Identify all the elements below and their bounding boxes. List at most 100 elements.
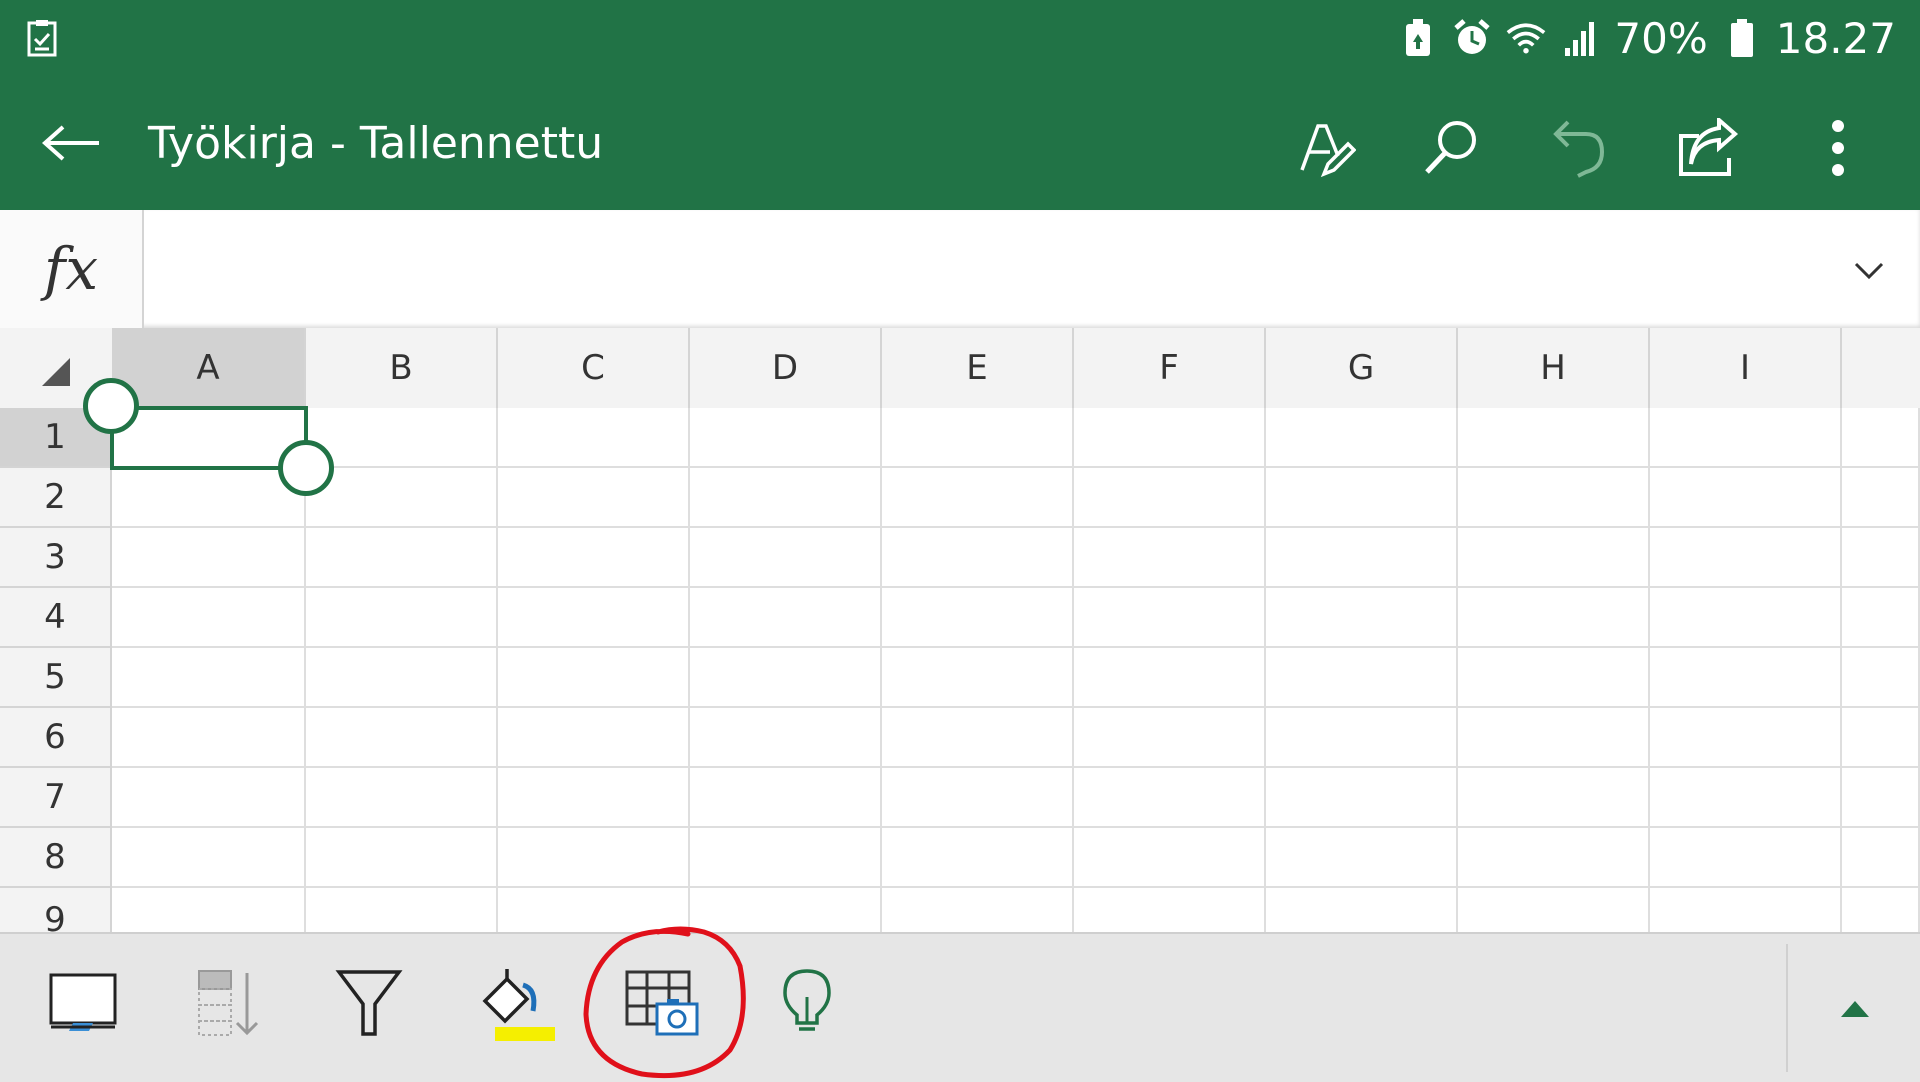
cell-e6[interactable] <box>882 708 1074 768</box>
cell-b7[interactable] <box>306 768 498 828</box>
cell-d1[interactable] <box>690 408 882 468</box>
cell-c4[interactable] <box>498 588 690 648</box>
ideas-button[interactable] <box>752 948 862 1058</box>
cell-g5[interactable] <box>1266 648 1458 708</box>
cell-c3[interactable] <box>498 528 690 588</box>
column-header-f[interactable]: F <box>1074 328 1266 408</box>
column-header-i[interactable]: I <box>1650 328 1842 408</box>
cell-c5[interactable] <box>498 648 690 708</box>
row-header-3[interactable]: 3 <box>0 528 112 588</box>
cell-g3[interactable] <box>1266 528 1458 588</box>
formula-input[interactable] <box>144 210 1834 328</box>
cell-a7[interactable] <box>112 768 306 828</box>
row-header-4[interactable]: 4 <box>0 588 112 648</box>
more-options-button[interactable] <box>1798 108 1878 188</box>
cell-b9[interactable] <box>306 888 498 932</box>
cell-i7[interactable] <box>1650 768 1842 828</box>
cell-a2[interactable] <box>112 468 306 528</box>
cell-b3[interactable] <box>306 528 498 588</box>
cell-h7[interactable] <box>1458 768 1650 828</box>
cell-c7[interactable] <box>498 768 690 828</box>
cell-e4[interactable] <box>882 588 1074 648</box>
fill-color-button[interactable] <box>460 948 570 1058</box>
cell-b1[interactable] <box>306 408 498 468</box>
cell-g1[interactable] <box>1266 408 1458 468</box>
cell-f6[interactable] <box>1074 708 1266 768</box>
cell-f4[interactable] <box>1074 588 1266 648</box>
cell-h2[interactable] <box>1458 468 1650 528</box>
cell-g4[interactable] <box>1266 588 1458 648</box>
search-button[interactable] <box>1411 108 1491 188</box>
cell-d7[interactable] <box>690 768 882 828</box>
cell-b4[interactable] <box>306 588 498 648</box>
selection-handle-bottom-right[interactable] <box>278 440 334 496</box>
row-header-6[interactable]: 6 <box>0 708 112 768</box>
cell-d4[interactable] <box>690 588 882 648</box>
cell-a4[interactable] <box>112 588 306 648</box>
cell-d6[interactable] <box>690 708 882 768</box>
insert-function-button[interactable]: fx <box>0 210 144 328</box>
cell-c9[interactable] <box>498 888 690 932</box>
cell-partial6[interactable] <box>1842 708 1920 768</box>
cell-i9[interactable] <box>1650 888 1842 932</box>
cell-c1[interactable] <box>498 408 690 468</box>
cell-e3[interactable] <box>882 528 1074 588</box>
row-header-5[interactable]: 5 <box>0 648 112 708</box>
cell-i5[interactable] <box>1650 648 1842 708</box>
cell-b2[interactable] <box>306 468 498 528</box>
cell-h1[interactable] <box>1458 408 1650 468</box>
cell-f3[interactable] <box>1074 528 1266 588</box>
column-header-g[interactable]: G <box>1266 328 1458 408</box>
cell-f9[interactable] <box>1074 888 1266 932</box>
cell-i6[interactable] <box>1650 708 1842 768</box>
cell-h8[interactable] <box>1458 828 1650 888</box>
share-button[interactable] <box>1668 108 1748 188</box>
cell-f2[interactable] <box>1074 468 1266 528</box>
data-from-picture-button[interactable] <box>606 948 716 1058</box>
cell-e2[interactable] <box>882 468 1074 528</box>
sort-button[interactable] <box>172 948 282 1058</box>
cell-b8[interactable] <box>306 828 498 888</box>
cell-h6[interactable] <box>1458 708 1650 768</box>
cell-e7[interactable] <box>882 768 1074 828</box>
cell-e8[interactable] <box>882 828 1074 888</box>
cell-f1[interactable] <box>1074 408 1266 468</box>
expand-formula-button[interactable] <box>1842 244 1896 298</box>
cell-e5[interactable] <box>882 648 1074 708</box>
cell-a8[interactable] <box>112 828 306 888</box>
cell-g9[interactable] <box>1266 888 1458 932</box>
cell-d9[interactable] <box>690 888 882 932</box>
row-header-9[interactable]: 9 <box>0 888 112 932</box>
cell-g6[interactable] <box>1266 708 1458 768</box>
cell-a9[interactable] <box>112 888 306 932</box>
column-header-a[interactable]: A <box>112 328 306 408</box>
cell-h3[interactable] <box>1458 528 1650 588</box>
cell-e1[interactable] <box>882 408 1074 468</box>
cell-partial8[interactable] <box>1842 828 1920 888</box>
cell-i8[interactable] <box>1650 828 1842 888</box>
select-mode-button[interactable] <box>28 948 138 1058</box>
cell-partial1[interactable] <box>1842 408 1920 468</box>
cell-g7[interactable] <box>1266 768 1458 828</box>
cell-partial5[interactable] <box>1842 648 1920 708</box>
expand-ribbon-button[interactable] <box>1810 964 1900 1054</box>
cell-g2[interactable] <box>1266 468 1458 528</box>
cell-partial7[interactable] <box>1842 768 1920 828</box>
cell-h4[interactable] <box>1458 588 1650 648</box>
column-header-b[interactable]: B <box>306 328 498 408</box>
cell-b5[interactable] <box>306 648 498 708</box>
cell-c8[interactable] <box>498 828 690 888</box>
undo-button[interactable] <box>1540 108 1620 188</box>
cell-i4[interactable] <box>1650 588 1842 648</box>
cell-f5[interactable] <box>1074 648 1266 708</box>
column-header-e[interactable]: E <box>882 328 1074 408</box>
cell-c6[interactable] <box>498 708 690 768</box>
cell-partial2[interactable] <box>1842 468 1920 528</box>
cell-i3[interactable] <box>1650 528 1842 588</box>
cell-d3[interactable] <box>690 528 882 588</box>
cell-i1[interactable] <box>1650 408 1842 468</box>
selection-handle-top-left[interactable] <box>83 378 139 434</box>
cell-d2[interactable] <box>690 468 882 528</box>
cell-b6[interactable] <box>306 708 498 768</box>
cell-d5[interactable] <box>690 648 882 708</box>
